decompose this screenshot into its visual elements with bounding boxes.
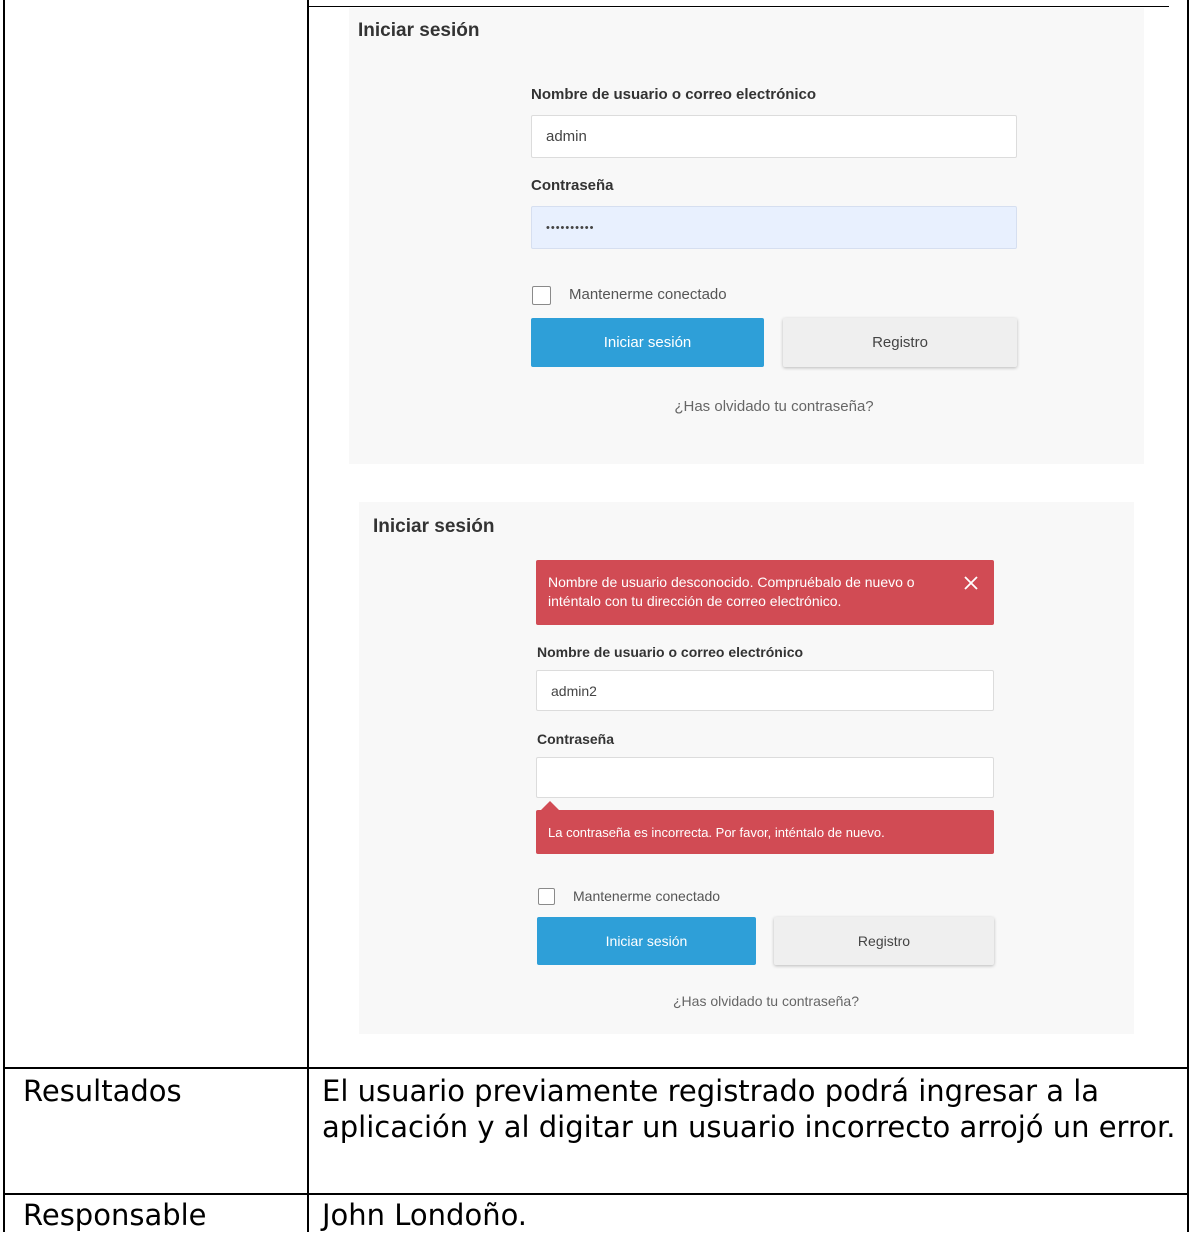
remember-checkbox[interactable]: [532, 286, 551, 305]
error-alert: Nombre de usuario desconocido. Compruéba…: [536, 560, 994, 625]
remember-checkbox[interactable]: [538, 888, 555, 905]
table-border-left: [3, 0, 5, 1232]
table-row-separator: [3, 1193, 1189, 1195]
error-alert-text: Nombre de usuario desconocido. Compruéba…: [548, 574, 915, 609]
forgot-password-link[interactable]: ¿Has olvidado tu contraseña?: [537, 993, 995, 1009]
password-input[interactable]: [536, 757, 994, 798]
password-error-text: La contraseña es incorrecta. Por favor, …: [548, 825, 885, 840]
password-input[interactable]: ••••••••••: [531, 206, 1017, 249]
username-input[interactable]: admin: [531, 115, 1017, 158]
table-top-line: [309, 6, 1169, 7]
register-button[interactable]: Registro: [783, 318, 1017, 367]
username-input[interactable]: admin2: [536, 670, 994, 711]
table-row-label-resultados: Resultados: [23, 1074, 182, 1108]
username-label: Nombre de usuario o correo electrónico: [537, 644, 804, 660]
password-error: La contraseña es incorrecta. Por favor, …: [536, 810, 994, 854]
table-row-separator: [3, 1067, 1189, 1069]
error-tooltip-arrow: [541, 801, 559, 810]
password-label: Contraseña: [531, 177, 614, 194]
forgot-password-link[interactable]: ¿Has olvidado tu contraseña?: [531, 398, 1017, 415]
login-title: Iniciar sesión: [358, 20, 480, 41]
table-border-divider: [307, 0, 309, 1232]
login-button[interactable]: Iniciar sesión: [531, 318, 764, 367]
login-button[interactable]: Iniciar sesión: [537, 917, 756, 965]
close-icon[interactable]: [962, 574, 980, 592]
table-row-label-responsable: Responsable: [23, 1198, 207, 1232]
remember-label: Mantenerme conectado: [569, 286, 727, 303]
username-label: Nombre de usuario o correo electrónico: [531, 86, 817, 103]
password-label: Contraseña: [537, 731, 615, 747]
table-row-value-resultados: El usuario previamente registrado podrá …: [322, 1074, 1176, 1144]
login-title: Iniciar sesión: [373, 516, 495, 537]
table-border-right: [1187, 0, 1189, 1232]
register-button[interactable]: Registro: [774, 917, 994, 965]
table-row-value-responsable: John Londoño.: [322, 1198, 528, 1232]
remember-label: Mantenerme conectado: [573, 888, 721, 904]
